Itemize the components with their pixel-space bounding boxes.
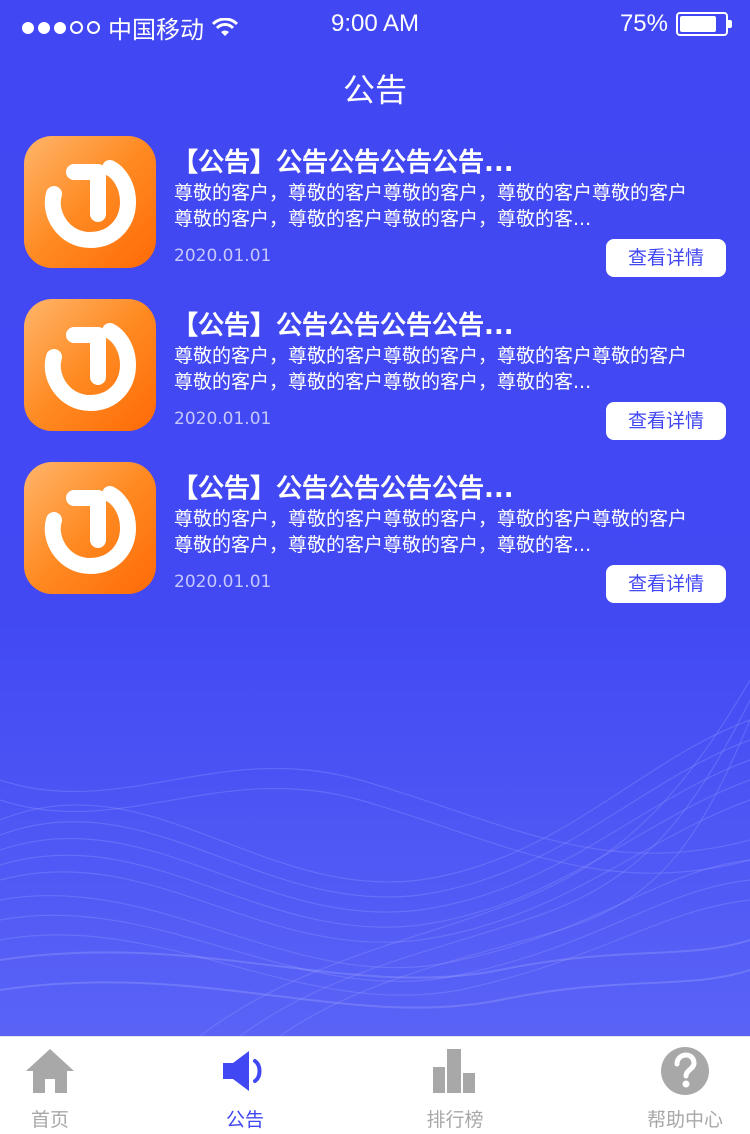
tab-ranking[interactable]: 排行榜 xyxy=(395,1037,515,1134)
tab-notice-label: 公告 xyxy=(225,1110,264,1131)
notice-title: 【公告】公告公告公告公告... xyxy=(172,474,514,504)
notice-card[interactable]: 【公告】公告公告公告公告... 尊敬的客户，尊敬的客户尊敬的客户，尊敬的客户尊敬… xyxy=(24,462,726,603)
notice-title: 【公告】公告公告公告公告... xyxy=(172,311,514,341)
notice-description: 尊敬的客户，尊敬的客户尊敬的客户，尊敬的客户尊敬的客户 尊敬的客户，尊敬的客户尊… xyxy=(174,508,688,556)
notice-description: 尊敬的客户，尊敬的客户尊敬的客户，尊敬的客户尊敬的客户 尊敬的客户，尊敬的客户尊… xyxy=(174,182,688,230)
view-details-button[interactable]: 查看详情 xyxy=(606,402,726,440)
notice-date: 2020.01.01 xyxy=(174,409,272,429)
help-icon xyxy=(661,1047,709,1095)
battery-group: 75% xyxy=(619,10,732,38)
podium-icon xyxy=(433,1049,475,1093)
notice-title: 【公告】公告公告公告公告... xyxy=(172,148,514,178)
notice-date: 2020.01.01 xyxy=(174,572,272,592)
tab-home-label: 首页 xyxy=(30,1110,69,1131)
tab-notice[interactable]: 公告 xyxy=(185,1037,305,1134)
tab-ranking-label: 排行榜 xyxy=(426,1110,484,1131)
app-logo-icon xyxy=(24,299,156,431)
notice-card[interactable]: 【公告】公告公告公告公告... 尊敬的客户，尊敬的客户尊敬的客户，尊敬的客户尊敬… xyxy=(24,136,726,277)
battery-percent: 75% xyxy=(619,10,668,37)
tab-help[interactable]: 帮助中心 xyxy=(625,1037,745,1134)
app-logo-icon xyxy=(24,136,156,268)
app-logo-icon xyxy=(24,462,156,594)
app-screen: 中国移动 9:00 AM 75% 公告 【公告】公告公告公告公告... 尊敬的客… xyxy=(0,0,750,1134)
page-title: 公告 xyxy=(342,72,407,108)
notice-description: 尊敬的客户，尊敬的客户尊敬的客户，尊敬的客户尊敬的客户 尊敬的客户，尊敬的客户尊… xyxy=(174,345,688,393)
home-icon xyxy=(26,1049,74,1093)
tab-home[interactable]: 首页 xyxy=(0,1037,110,1134)
tab-help-label: 帮助中心 xyxy=(646,1110,723,1131)
status-bar: 中国移动 9:00 AM 75% xyxy=(0,0,750,48)
bottom-tab-bar: 首页 公告 排行榜 帮助中心 xyxy=(0,1036,750,1134)
view-details-button[interactable]: 查看详情 xyxy=(606,565,726,603)
notice-card[interactable]: 【公告】公告公告公告公告... 尊敬的客户，尊敬的客户尊敬的客户，尊敬的客户尊敬… xyxy=(24,299,726,440)
speaker-icon xyxy=(223,1051,262,1091)
battery-icon xyxy=(676,12,732,36)
notice-date: 2020.01.01 xyxy=(174,246,272,266)
view-details-button[interactable]: 查看详情 xyxy=(606,239,726,277)
